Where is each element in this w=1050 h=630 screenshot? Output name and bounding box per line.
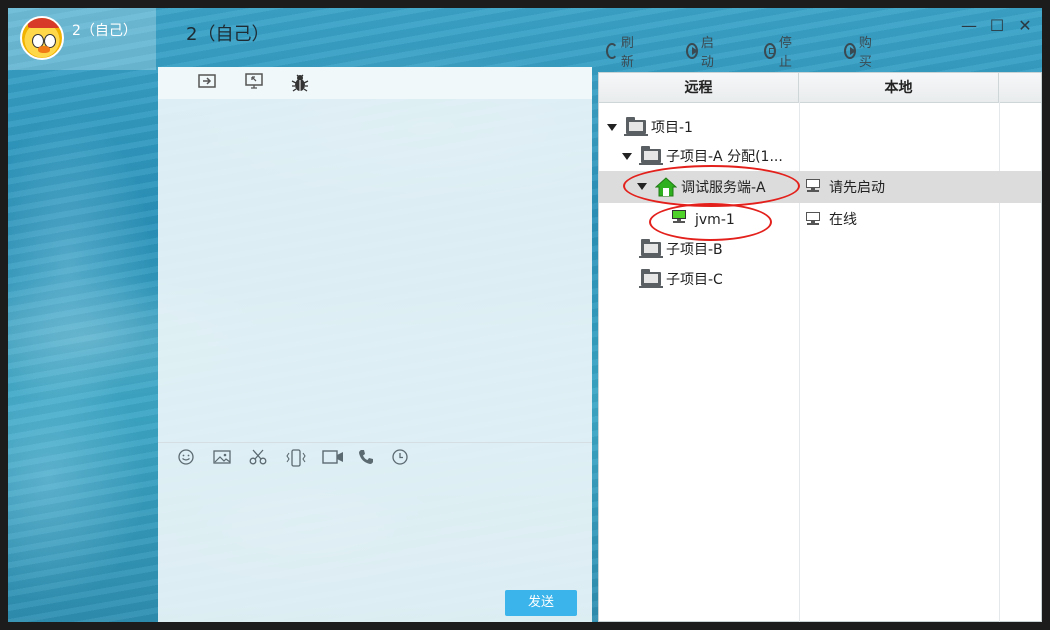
annotation-circle (623, 165, 800, 207)
folder-icon (624, 117, 648, 136)
tree-row-label: 项目-1 (651, 120, 693, 136)
tree-row-label: 子项目-C (666, 272, 723, 288)
stop-icon (764, 43, 776, 59)
folder-icon (639, 269, 663, 288)
emoji-icon[interactable] (176, 449, 196, 469)
input-toolbar (158, 449, 592, 473)
tree-row-subproject-b[interactable]: 子项目-B (599, 235, 1041, 265)
column-header-extra (999, 73, 1041, 102)
minimize-button[interactable]: — (956, 14, 982, 38)
history-icon[interactable] (390, 449, 410, 469)
window-controls: — ☐ ✕ (952, 14, 1042, 38)
window-title: 2（自己） (186, 24, 270, 45)
chat-top-toolbar (158, 67, 592, 99)
column-header-remote[interactable]: 远程 (599, 73, 799, 102)
chat-divider (158, 442, 592, 443)
tree-header: 远程 本地 (599, 73, 1041, 103)
computer-icon (805, 179, 821, 193)
refresh-icon (606, 43, 618, 59)
vibrate-icon[interactable] (286, 449, 306, 469)
play-icon (844, 43, 856, 59)
background-decoration (8, 8, 158, 622)
contact-name: 2（自己） (72, 23, 137, 39)
tree-row-subproject-c[interactable]: 子项目-C (599, 265, 1041, 295)
annotation-circle (649, 203, 772, 241)
computer-icon (805, 212, 821, 226)
video-call-icon[interactable] (322, 449, 343, 469)
send-file-icon[interactable] (196, 73, 218, 93)
scissors-icon[interactable] (248, 449, 268, 469)
expand-arrow-icon[interactable] (622, 153, 632, 160)
close-button[interactable]: ✕ (1012, 14, 1038, 38)
stop-button[interactable]: 停止 (764, 36, 796, 70)
bug-icon[interactable] (289, 73, 311, 93)
column-header-local[interactable]: 本地 (799, 73, 999, 102)
chat-panel: 发送 (158, 67, 592, 622)
start-label: 启动 (700, 36, 714, 70)
expand-arrow-icon[interactable] (607, 124, 617, 131)
contact-card[interactable]: 2（自己） (8, 8, 156, 70)
app-window: 2（自己） 2（自己） — ☐ ✕ 刷新 启动 停止 购买 发送 远程 本地 项… (8, 8, 1042, 622)
local-status: 在线 (829, 212, 857, 228)
project-tree-table: 远程 本地 项目-1 子项目-A 分配(1... 调试服务端-A 请先启动 jv… (598, 72, 1042, 622)
send-button[interactable]: 发送 (505, 590, 577, 616)
maximize-button[interactable]: ☐ (984, 14, 1010, 38)
phone-icon[interactable] (356, 449, 376, 469)
stop-label: 停止 (778, 36, 792, 70)
folder-icon (639, 146, 663, 165)
remote-screen-icon[interactable] (243, 73, 265, 93)
folder-icon (639, 239, 663, 258)
buy-button[interactable]: 购买 (844, 36, 876, 70)
image-icon[interactable] (212, 449, 232, 469)
avatar[interactable] (20, 16, 64, 60)
local-status: 请先启动 (829, 180, 885, 196)
tree-row-project-1[interactable]: 项目-1 (599, 113, 1041, 143)
play-icon (686, 43, 698, 59)
refresh-button[interactable]: 刷新 (606, 36, 638, 70)
refresh-label: 刷新 (620, 36, 634, 70)
buy-label: 购买 (858, 36, 872, 70)
start-button[interactable]: 启动 (686, 36, 718, 70)
